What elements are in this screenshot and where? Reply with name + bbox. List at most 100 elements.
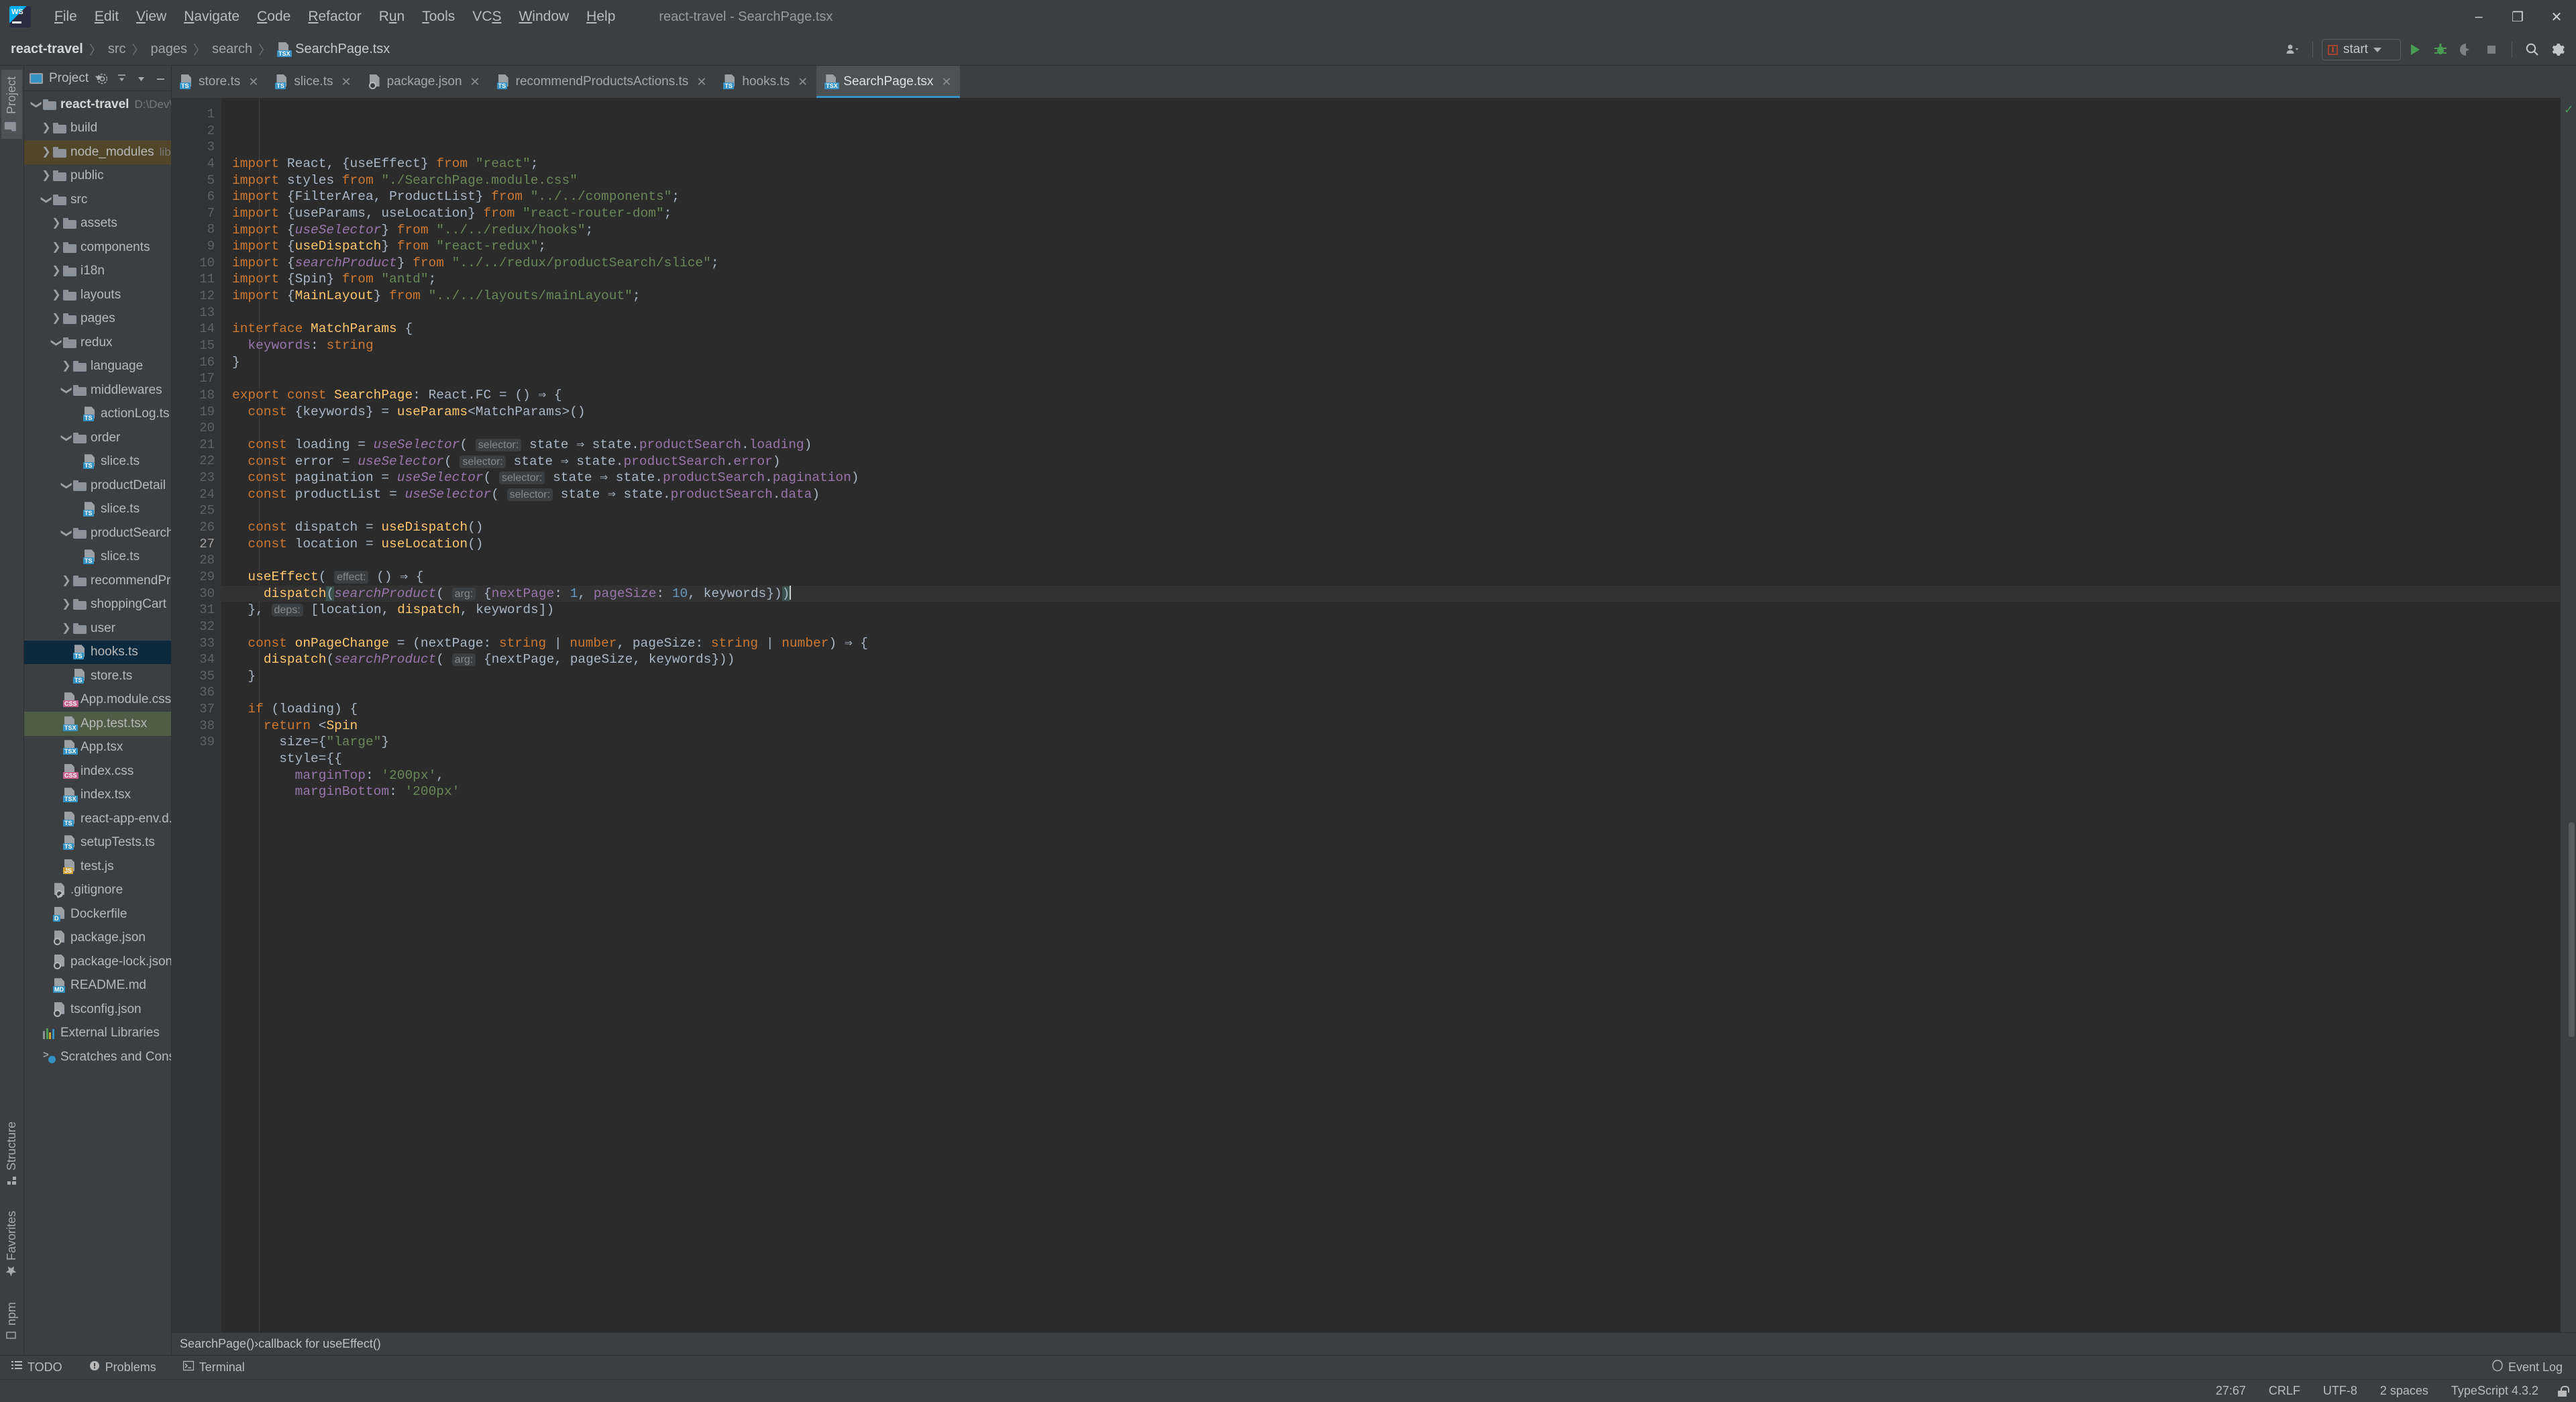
code-line[interactable] bbox=[221, 552, 2560, 569]
menu-item-help[interactable]: Help bbox=[578, 6, 624, 28]
line-number[interactable]: 3 bbox=[172, 139, 221, 156]
minimize-button[interactable]: – bbox=[2459, 0, 2498, 34]
chevron-right-icon[interactable]: ❯ bbox=[60, 599, 73, 610]
code-line[interactable]: } bbox=[221, 354, 2560, 371]
code-line[interactable]: const pagination = useSelector( selector… bbox=[221, 470, 2560, 486]
tree-node-actionlog-ts[interactable]: TS actionLog.ts bbox=[24, 402, 171, 427]
line-number[interactable]: 15 bbox=[172, 337, 234, 355]
tree-node-tsconfig-json[interactable]: tsconfig.json bbox=[24, 997, 171, 1022]
run-icon[interactable] bbox=[2404, 38, 2426, 61]
breadcrumb-item-callback[interactable]: callback for useEffect() bbox=[258, 1337, 381, 1351]
editor-tab-searchpage-tsx[interactable]: TSX SearchPage.tsx ✕ bbox=[816, 66, 961, 98]
editor-tab-store-ts[interactable]: TS store.ts ✕ bbox=[172, 66, 268, 98]
code-line[interactable]: const dispatch = useDispatch() bbox=[221, 519, 2560, 536]
tree-node-test-js[interactable]: JS test.js bbox=[24, 855, 171, 879]
sidebar-tab-npm[interactable]: npm bbox=[1, 1295, 22, 1347]
line-number[interactable]: 5 bbox=[172, 172, 221, 189]
chevron-right-icon[interactable]: ❯ bbox=[60, 623, 73, 634]
chevron-right-icon[interactable]: ❯ bbox=[40, 146, 53, 158]
tree-node-public[interactable]: ❯ public bbox=[24, 164, 171, 188]
tree-node-readme-md[interactable]: MD README.md bbox=[24, 974, 171, 998]
code-line[interactable]: keywords: string bbox=[221, 337, 2560, 354]
tree-node-build[interactable]: ❯ build bbox=[24, 117, 171, 141]
code-line[interactable]: import {FilterArea, ProductList} from ".… bbox=[221, 188, 2560, 205]
menu-item-code[interactable]: Code bbox=[248, 6, 299, 28]
code-line[interactable]: marginTop: '200px', bbox=[221, 767, 2560, 784]
chevron-right-icon[interactable]: ❯ bbox=[40, 123, 53, 133]
line-number[interactable]: 34 bbox=[172, 651, 234, 669]
menu-item-edit[interactable]: Edit bbox=[86, 6, 127, 28]
code-line[interactable]: const loading = useSelector( selector: s… bbox=[221, 437, 2560, 453]
language-level[interactable]: TypeScript 4.3.2 bbox=[2448, 1382, 2542, 1400]
chevron-down-icon[interactable]: ❯ bbox=[60, 385, 73, 396]
maximize-button[interactable]: ❐ bbox=[2498, 0, 2537, 34]
file-encoding[interactable]: UTF-8 bbox=[2320, 1382, 2361, 1400]
close-button[interactable]: ✕ bbox=[2537, 0, 2576, 34]
close-tab-icon[interactable]: ✕ bbox=[248, 75, 258, 89]
code-line[interactable]: import {useSelector} from "../../redux/h… bbox=[221, 222, 2560, 239]
chevron-right-icon[interactable]: ❯ bbox=[50, 266, 63, 276]
code-line[interactable]: import {Spin} from "antd"; bbox=[221, 271, 2560, 288]
tree-node-slice-ts[interactable]: TS slice.ts bbox=[24, 498, 171, 522]
line-number[interactable]: 33 bbox=[172, 635, 221, 652]
chevron-down-icon[interactable]: ❯ bbox=[60, 480, 73, 491]
event-log-label[interactable]: Event Log bbox=[2508, 1360, 2563, 1374]
tree-node-layouts[interactable]: ❯ layouts bbox=[24, 283, 171, 307]
run-configuration-selector[interactable]: start bbox=[2322, 39, 2401, 60]
line-number[interactable]: 16 bbox=[172, 354, 221, 371]
line-number[interactable]: 37 bbox=[172, 701, 234, 719]
chevron-down-icon[interactable]: ❯ bbox=[40, 195, 53, 205]
line-number[interactable]: 36 bbox=[172, 684, 221, 701]
line-number[interactable]: 29 bbox=[172, 569, 221, 586]
line-number-gutter[interactable]: 1 2 3 4 5 6 7 8 9 10 11 12 13 14 15 16 17 18 19 20 21 22 23 24 2… bbox=[172, 98, 248, 1332]
tool-button-problems[interactable]: Problems bbox=[85, 1358, 161, 1377]
chevron-right-icon[interactable]: ❯ bbox=[60, 575, 73, 586]
code-line[interactable]: interface MatchParams { bbox=[221, 321, 2560, 337]
tree-node-hooks-ts[interactable]: TS hooks.ts bbox=[24, 640, 171, 664]
menu-item-run[interactable]: Run bbox=[370, 6, 414, 28]
code-line[interactable] bbox=[221, 305, 2560, 321]
line-number[interactable]: 14 bbox=[172, 321, 221, 337]
line-number[interactable]: 35 bbox=[172, 668, 221, 685]
editor-tab-recommendproductsactions-ts[interactable]: TS recommendProductsActions.ts ✕ bbox=[489, 66, 716, 98]
tree-node-assets[interactable]: ❯ assets bbox=[24, 212, 171, 236]
line-number[interactable]: 32 bbox=[172, 618, 234, 635]
code-line[interactable]: import {useParams, useLocation} from "re… bbox=[221, 205, 2560, 222]
tree-node-user[interactable]: ❯ user bbox=[24, 616, 171, 641]
tree-node-language[interactable]: ❯ language bbox=[24, 355, 171, 379]
tree-node-index-tsx[interactable]: TSX index.tsx bbox=[24, 784, 171, 808]
chevron-down-icon[interactable]: ❯ bbox=[50, 337, 63, 348]
editor-tab-hooks-ts[interactable]: TS hooks.ts ✕ bbox=[715, 66, 817, 98]
tree-node-app-module-css[interactable]: CSS App.module.css bbox=[24, 688, 171, 712]
code-line[interactable]: const {keywords} = useParams<MatchParams… bbox=[221, 404, 2560, 421]
editor-tab-slice-ts[interactable]: TS slice.ts ✕ bbox=[267, 66, 360, 98]
breadcrumb-segment-search[interactable]: search bbox=[208, 42, 256, 57]
tree-node-productsearch[interactable]: ❯ productSearch bbox=[24, 521, 171, 545]
tree-node-productdetail[interactable]: ❯ productDetail bbox=[24, 474, 171, 498]
line-number[interactable]: 19 bbox=[172, 404, 221, 421]
settings-gear-icon[interactable] bbox=[2546, 38, 2569, 61]
close-tab-icon[interactable]: ✕ bbox=[798, 75, 808, 89]
collapse-all-icon[interactable] bbox=[115, 72, 128, 85]
chevron-right-icon[interactable]: ❯ bbox=[40, 170, 53, 181]
menu-item-view[interactable]: View bbox=[127, 6, 175, 28]
code-line[interactable]: const location = useLocation() bbox=[221, 536, 2560, 553]
code-line[interactable]: useEffect( effect: () ⇒ { bbox=[221, 569, 2560, 586]
hide-icon[interactable] bbox=[154, 72, 167, 85]
tool-button-terminal[interactable]: Terminal bbox=[178, 1358, 250, 1377]
tree-node-package-lock-json[interactable]: package-lock.json bbox=[24, 950, 171, 974]
code-line[interactable]: import {useDispatch} from "react-redux"; bbox=[221, 238, 2560, 255]
tree-node-src[interactable]: ❯ src bbox=[24, 188, 171, 212]
breadcrumb-file[interactable]: TSX SearchPage.tsx bbox=[273, 42, 390, 57]
tree-node--gitignore[interactable]: .gitignore bbox=[24, 879, 171, 903]
close-tab-icon[interactable]: ✕ bbox=[696, 75, 706, 89]
project-tree[interactable]: ❯ react-travel D:\Dev\pkg\h5\React\react-t… bbox=[24, 91, 171, 1355]
line-number[interactable]: 12 bbox=[172, 288, 221, 305]
line-number[interactable]: 380 bbox=[172, 718, 248, 735]
code-line[interactable]: dispatch(searchProduct( arg: {nextPage: … bbox=[221, 585, 2560, 602]
close-tab-icon[interactable]: ✕ bbox=[470, 75, 480, 89]
line-number[interactable]: 20 bbox=[172, 420, 221, 437]
line-number[interactable]: 30 bbox=[172, 586, 234, 603]
line-number[interactable]: 390 bbox=[172, 734, 248, 751]
breadcrumb-segment-src[interactable]: src bbox=[104, 42, 130, 57]
